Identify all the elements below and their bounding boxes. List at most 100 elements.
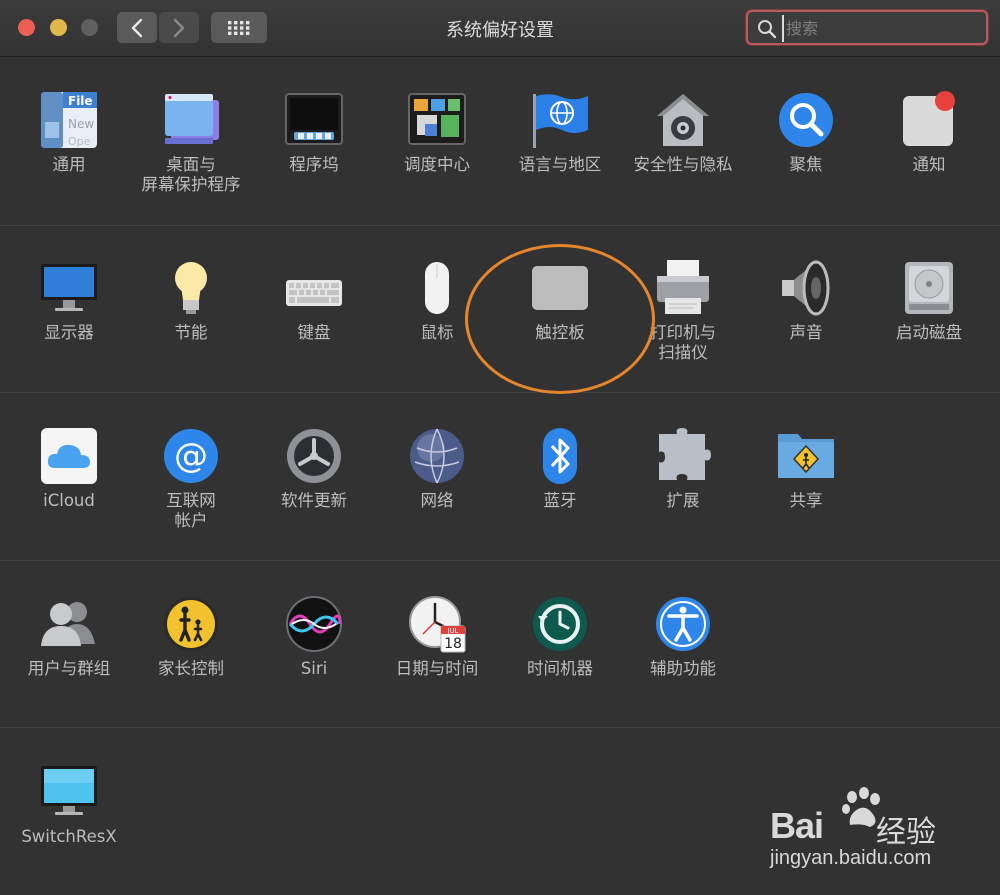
pane-label: 节能 [174, 323, 208, 342]
pane-accessibility[interactable]: 辅助功能 [622, 594, 744, 734]
sharing-icon [778, 434, 834, 478]
show-all-button[interactable] [211, 12, 267, 43]
watermark-brand: Bai [770, 805, 824, 846]
pane-label: 键盘 [297, 323, 331, 342]
pane-label: 蓝牙 [543, 491, 577, 510]
pane-label: 触控板 [535, 323, 585, 342]
pane-software-update[interactable]: 软件更新 [253, 426, 375, 566]
search-field[interactable] [746, 10, 988, 45]
date-time-icon: JUL 18 [409, 596, 466, 653]
pane-label: 家长控制 [158, 659, 224, 678]
pane-parental-controls[interactable]: 家长控制 [130, 594, 252, 734]
pane-label: Siri [300, 659, 328, 678]
extensions-icon [659, 428, 711, 480]
pane-switchresx[interactable]: SwitchResX [8, 762, 130, 895]
title-bar: 系统偏好设置 [0, 0, 1000, 57]
pane-keyboard[interactable]: 键盘 [253, 258, 375, 398]
pane-users-groups[interactable]: 用户与群组 [8, 594, 130, 734]
pane-label: 显示器 [44, 323, 94, 342]
pane-spotlight[interactable]: 聚焦 [745, 90, 867, 230]
forward-button[interactable] [159, 12, 199, 43]
switchresx-icon [41, 766, 97, 815]
pane-siri[interactable]: Siri [253, 594, 375, 734]
spotlight-icon [779, 93, 833, 147]
users-groups-icon [41, 602, 95, 646]
system-preferences-window: 系统偏好设置 File New Ope 通用 桌面与 屏幕保护程序 [0, 0, 1000, 895]
search-input[interactable] [782, 15, 983, 42]
svg-text:Ope: Ope [68, 135, 91, 148]
svg-text:@: @ [174, 436, 208, 476]
pane-label: 用户与群组 [27, 659, 111, 678]
desktop-screensaver-icon [165, 94, 219, 144]
general-icon: File New Ope [41, 92, 97, 148]
pane-label: 桌面与 屏幕保护程序 [141, 155, 241, 194]
pane-label: 声音 [789, 323, 823, 342]
pane-sound[interactable]: 声音 [745, 258, 867, 398]
minimize-button[interactable] [50, 19, 67, 36]
baidu-watermark: Bai 经验 jingyan.baidu.com [770, 785, 990, 875]
notifications-icon [903, 91, 955, 146]
pane-security-privacy[interactable]: 安全性与隐私 [622, 90, 744, 230]
watermark-brand-tail: 经验 [876, 815, 936, 850]
pane-bluetooth[interactable]: 蓝牙 [499, 426, 621, 566]
pane-label: 打印机与 扫描仪 [650, 323, 716, 362]
pane-internet-accounts[interactable]: @ 互联网 帐户 [130, 426, 252, 566]
keyboard-icon [286, 280, 342, 306]
grid-icon [228, 20, 250, 35]
mouse-icon [425, 262, 449, 314]
pane-language-region[interactable]: 语言与地区 [499, 90, 621, 230]
pane-general[interactable]: File New Ope 通用 [8, 90, 130, 230]
pane-label: 启动磁盘 [896, 323, 962, 342]
pane-label: 互联网 帐户 [166, 491, 216, 530]
pane-icloud[interactable]: iCloud [8, 426, 130, 566]
pane-label: 网络 [420, 491, 454, 510]
pane-network[interactable]: 网络 [376, 426, 498, 566]
pane-energy-saver[interactable]: 节能 [130, 258, 252, 398]
internet-accounts-icon: @ [164, 429, 218, 483]
pane-notifications[interactable]: 通知 [868, 90, 990, 230]
pane-label: 日期与时间 [395, 659, 479, 678]
chevron-left-icon [131, 18, 143, 37]
software-update-icon [287, 429, 341, 483]
pane-label: 调度中心 [404, 155, 470, 174]
pane-label: 安全性与隐私 [633, 155, 733, 174]
mission-control-icon [408, 93, 466, 145]
pane-label: 通用 [52, 155, 86, 174]
startup-disk-icon [905, 262, 953, 314]
pane-label: 鼠标 [420, 323, 454, 342]
svg-text:File: File [68, 94, 93, 108]
pane-label: 扩展 [666, 491, 700, 510]
pane-label: 聚焦 [789, 155, 823, 174]
pane-desktop-screensaver[interactable]: 桌面与 屏幕保护程序 [130, 90, 252, 230]
close-button[interactable] [18, 19, 35, 36]
pane-label: 语言与地区 [518, 155, 602, 174]
icloud-icon [41, 428, 97, 484]
pane-extensions[interactable]: 扩展 [622, 426, 744, 566]
sound-icon [782, 260, 830, 316]
chevron-right-icon [173, 18, 185, 37]
zoom-button[interactable] [81, 19, 98, 36]
pane-label: 通知 [912, 155, 946, 174]
network-icon [410, 428, 464, 484]
pane-label: 程序坞 [289, 155, 339, 174]
pane-dock[interactable]: 程序坞 [253, 90, 375, 230]
accessibility-icon [656, 597, 710, 651]
pane-label: 时间机器 [527, 659, 593, 678]
pane-startup-disk[interactable]: 启动磁盘 [868, 258, 990, 398]
siri-icon [286, 596, 342, 652]
pane-printers-scanners[interactable]: 打印机与 扫描仪 [622, 258, 744, 398]
pane-trackpad[interactable]: 触控板 [499, 258, 621, 398]
pane-displays[interactable]: 显示器 [8, 258, 130, 398]
energy-saver-icon [175, 262, 207, 314]
language-region-icon [533, 94, 588, 148]
pane-date-time[interactable]: JUL 18 日期与时间 [376, 594, 498, 734]
search-icon [758, 20, 777, 39]
watermark-url: jingyan.baidu.com [770, 847, 932, 869]
svg-text:New: New [68, 117, 94, 131]
pane-label: 软件更新 [281, 491, 347, 510]
pane-sharing[interactable]: 共享 [745, 426, 867, 566]
pane-time-machine[interactable]: 时间机器 [499, 594, 621, 734]
pane-mission-control[interactable]: 调度中心 [376, 90, 498, 230]
back-button[interactable] [117, 12, 157, 43]
pane-mouse[interactable]: 鼠标 [376, 258, 498, 398]
